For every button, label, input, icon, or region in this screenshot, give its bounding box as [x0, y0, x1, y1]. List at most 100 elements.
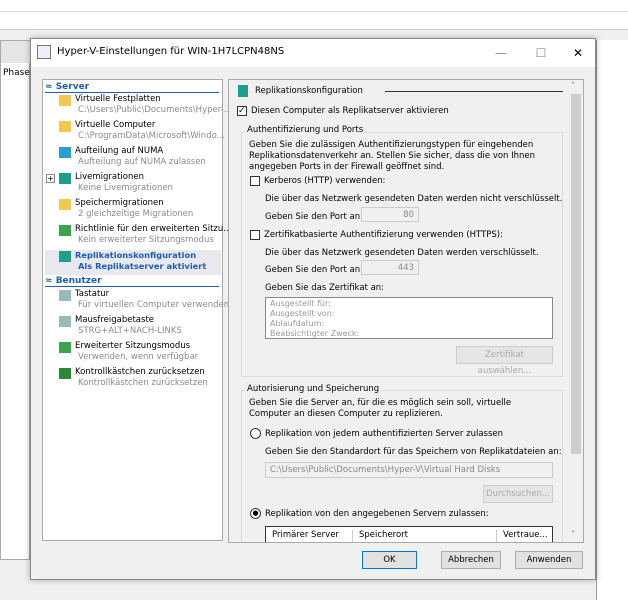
cert-note: Die über das Netzwerk gesendeten Daten w…: [265, 248, 539, 258]
tree-item-label: Richtlinie für den erweiterten Sitzu...: [75, 224, 232, 234]
background-right-pane: [596, 40, 628, 600]
authz-description: Geben Sie die Server an, für die es mögl…: [249, 398, 512, 419]
settings-app-icon: [37, 45, 51, 59]
tree-item-label: Tastatur: [75, 289, 110, 299]
keyboard-icon: [59, 290, 71, 301]
tree-item[interactable]: Virtuelle Computer C:\ProgramData\Microso…: [45, 120, 225, 145]
scroll-up-icon[interactable]: ˄: [571, 81, 575, 90]
tree-item[interactable]: Erweiterter Sitzungsmodus Verwenden, wenn…: [45, 341, 221, 366]
background-left-pane: [0, 40, 31, 560]
expand-icon[interactable]: +: [46, 174, 55, 183]
tree-item[interactable]: Virtuelle Festplatten C:\Users\Public\Doc…: [45, 94, 232, 119]
enable-replica-checkbox[interactable]: ✓: [237, 106, 247, 116]
mouse-release-icon: [59, 316, 71, 327]
background-window-header: [0, 0, 628, 30]
replication-icon: [59, 251, 71, 262]
tree-item-label: Kontrollkästchen zurücksetzen: [75, 367, 205, 377]
minimize-button[interactable]: —: [486, 43, 516, 63]
apply-button[interactable]: Anwenden: [515, 551, 583, 569]
default-location-input[interactable]: C:\Users\Public\Documents\Hyper-V\Virtua…: [265, 462, 553, 478]
tree-item[interactable]: Mausfreigabetaste STRG+ALT+NACH-LINKS: [45, 315, 221, 340]
tree-item-label: Virtuelle Festplatten: [75, 94, 161, 104]
live-migration-icon: [59, 173, 71, 184]
tree-item-sublabel: Verwenden, wenn verfügbar: [78, 352, 199, 362]
tree-item-sublabel: Als Replikatserver aktiviert: [78, 261, 207, 271]
tree-item[interactable]: Kontrollkästchen zurücksetzen Kontrollkäs…: [45, 367, 221, 392]
replication-icon: [238, 85, 248, 97]
tree-item-sublabel: Kein erweiterter Sitzungsmodus: [78, 235, 214, 245]
phase-column-header: Phase: [3, 68, 30, 78]
any-server-radio[interactable]: [250, 428, 261, 439]
kerberos-port-input[interactable]: 80: [361, 207, 419, 222]
tree-item-sublabel: C:\Users\Public\Documents\Hyper-...: [78, 105, 232, 115]
user-section-header[interactable]: ≈ Benutzer: [45, 276, 219, 287]
tree-item-sublabel: 2 gleichzeitige Migrationen: [78, 209, 194, 219]
storage-migration-icon: [59, 199, 71, 210]
tree-item[interactable]: Tastatur Für virtuellen Computer verwende…: [45, 289, 229, 314]
tree-item-label: Replikationskonfiguration: [75, 250, 197, 260]
cert-info-box: Ausgestellt für: Ausgestellt von: Ablauf…: [265, 297, 553, 339]
collapse-icon: ≈: [45, 82, 56, 92]
settings-dialog: Hyper-V-Einstellungen für WIN-1H7LCPN48N…: [30, 38, 596, 580]
tree-item-sublabel: STRG+ALT+NACH-LINKS: [78, 326, 182, 336]
cert-purpose: Beabsichtigter Zweck:: [270, 329, 360, 338]
enable-replica-label: Diesen Computer als Replikatserver aktiv…: [251, 106, 449, 116]
specified-servers-radio[interactable]: ●: [250, 508, 261, 519]
section-title: Replikationskonfiguration: [255, 86, 363, 96]
tree-item[interactable]: Aufteilung auf NUMA Aufteilung auf NUMA z…: [45, 146, 221, 171]
session-mode-icon: [59, 342, 71, 353]
cert-port-input[interactable]: 443: [361, 260, 419, 275]
vm-folder-icon: [59, 121, 71, 132]
settings-tree: ≈ Server Virtuelle Festplatten C:\Users\P…: [42, 79, 232, 541]
cert-expiry: Ablaufdatum:: [270, 319, 325, 328]
scroll-down-icon[interactable]: ˅: [571, 530, 575, 539]
dialog-title: Hyper-V-Einstellungen für WIN-1H7LCPN48N…: [57, 46, 285, 57]
tree-item-sublabel: Aufteilung auf NUMA zulassen: [78, 157, 206, 167]
reset-checkbox-icon: [59, 368, 71, 379]
tree-item-sublabel: Für virtuellen Computer verwenden: [78, 300, 230, 310]
tree-item[interactable]: Replikationskonfiguration Als Replikatser…: [45, 250, 221, 275]
session-policy-icon: [59, 225, 71, 236]
specified-servers-label: Replikation von den angegebenen Servern …: [265, 509, 489, 519]
ok-button[interactable]: OK: [362, 551, 417, 569]
replication-config-pane: Replikationskonfiguration ✓ Diesen Compu…: [228, 79, 584, 543]
cert-specify-label: Geben Sie das Zertifikat an:: [265, 283, 385, 293]
tree-item[interactable]: Livemigrationen Keine Livemigrationen: [45, 172, 221, 197]
auth-group-title: Authentifizierung und Ports: [245, 125, 366, 135]
authz-group-title: Autorisierung und Speicherung: [245, 384, 382, 394]
tree-item-sublabel: C:\ProgramData\Microsoft\Windo...: [78, 131, 225, 141]
title-bar: Hyper-V-Einstellungen für WIN-1H7LCPN48N…: [31, 39, 595, 67]
any-server-label: Replikation von jedem authentifizierten …: [265, 429, 504, 439]
tree-item-sublabel: Keine Livemigrationen: [78, 183, 174, 193]
kerberos-note: Die über das Netzwerk gesendeten Daten w…: [265, 194, 563, 204]
scrollbar-thumb[interactable]: [571, 94, 581, 454]
tree-item-label: Speichermigrationen: [75, 198, 164, 208]
tree-item[interactable]: Speichermigrationen 2 gleichzeitige Migra…: [45, 198, 221, 223]
kerberos-port-label: Geben Sie den Port an:: [265, 212, 363, 222]
collapse-icon: ≈: [45, 276, 56, 286]
server-section-header[interactable]: ≈ Server: [45, 82, 219, 93]
select-certificate-button[interactable]: Zertifikat auswählen...: [456, 346, 553, 376]
tree-item-label: Livemigrationen: [75, 172, 144, 182]
section-divider: [385, 91, 563, 92]
tree-item-sublabel: Kontrollkästchen zurücksetzen: [78, 378, 208, 388]
cert-auth-label: Zertifikatbasierte Authentifizierung ver…: [264, 230, 503, 240]
auth-description: Geben Sie die zulässigen Authentifizieru…: [249, 140, 536, 172]
numa-icon: [59, 147, 71, 158]
default-location-label: Geben Sie den Standardort für das Speich…: [265, 447, 562, 457]
column-trust[interactable]: Vertraue...: [496, 530, 548, 542]
maximize-button[interactable]: ☐: [526, 43, 556, 63]
column-primary-server[interactable]: Primärer Server: [272, 530, 339, 540]
kerberos-label: Kerberos (HTTP) verwenden:: [264, 176, 386, 186]
cert-issued-by: Ausgestellt von:: [270, 309, 335, 318]
tree-item-label: Mausfreigabetaste: [75, 315, 155, 325]
cert-auth-checkbox[interactable]: [250, 230, 260, 240]
cancel-button[interactable]: Abbrechen: [441, 551, 501, 569]
close-button[interactable]: ✕: [563, 43, 593, 63]
tree-item[interactable]: Richtlinie für den erweiterten Sitzu... K…: [45, 224, 231, 249]
cert-issued-to: Ausgestellt für:: [270, 299, 331, 308]
browse-button[interactable]: Durchsuchen...: [483, 485, 553, 503]
tree-item-label: Virtuelle Computer: [75, 120, 156, 130]
column-storage-location[interactable]: Speicherort: [352, 530, 408, 542]
kerberos-checkbox[interactable]: [250, 176, 260, 186]
